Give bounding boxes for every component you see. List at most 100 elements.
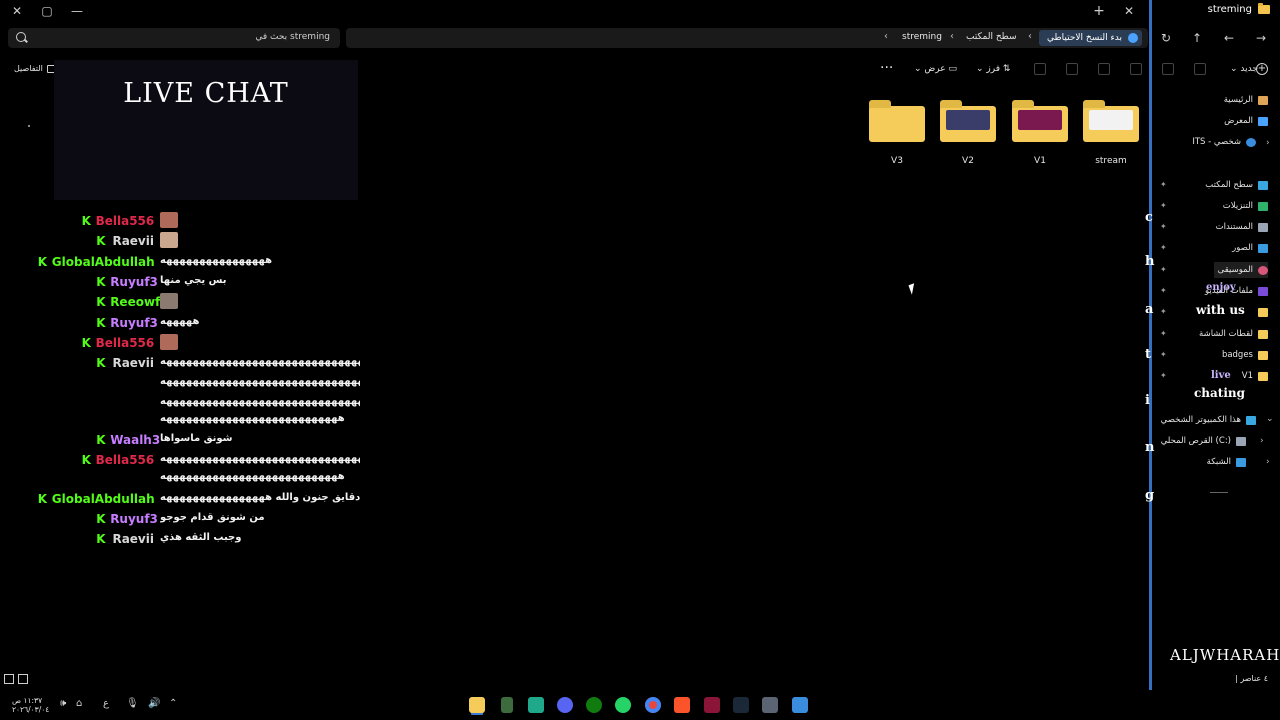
back-arrow-icon[interactable]: ← (1221, 30, 1237, 46)
pin-icon[interactable]: ✦ (1160, 286, 1167, 295)
nav-downloads[interactable]: التنزيلات (1223, 198, 1268, 214)
nav-pictures[interactable]: الصور (1232, 240, 1268, 256)
settings-icon[interactable] (762, 697, 778, 713)
pin-icon[interactable]: ✦ (1160, 201, 1167, 210)
folder-item[interactable]: V3 (867, 98, 927, 168)
pin-icon[interactable]: ✦ (1160, 265, 1167, 274)
breadcrumb[interactable]: ‹ streming ‹ سطح المكتب ‹ بدء النسخ الاح… (346, 28, 1148, 48)
discord-icon[interactable] (557, 697, 573, 713)
kick-badge-icon: K (81, 453, 91, 467)
pin-icon[interactable]: ✦ (1160, 371, 1167, 380)
network-tray-icon[interactable]: ⌂ (76, 698, 82, 709)
nav-onedrive[interactable]: ITS - شخصي (1192, 134, 1256, 150)
breadcrumb-current[interactable]: streming (902, 32, 942, 42)
nav-network[interactable]: الشبكة (1207, 454, 1246, 470)
maximize-window-icon[interactable]: ▢ (38, 2, 56, 20)
gallery-icon (1258, 116, 1268, 126)
kick-badge-icon: K (96, 275, 106, 289)
nav-music[interactable]: الموسيقى (1213, 262, 1268, 278)
chevron-left-icon[interactable]: ‹ (884, 31, 888, 42)
steam-icon[interactable] (733, 697, 749, 713)
copy-icon[interactable] (1162, 63, 1174, 75)
nav-screenshots[interactable]: لقطات الشاشة (1199, 326, 1268, 342)
refresh-icon[interactable]: ↻ (1158, 30, 1174, 46)
address-row: بحث في streming ‹ streming ‹ سطح المكتب … (0, 26, 1266, 50)
plus-circle-icon[interactable]: + (1256, 63, 1268, 75)
kick-badge-icon: K (37, 255, 48, 269)
details-button[interactable]: التفاصيل (14, 64, 56, 73)
close-window-icon[interactable]: ✕ (8, 2, 26, 20)
language-indicator[interactable]: ع (103, 698, 109, 709)
pin-icon[interactable]: ✦ (1160, 180, 1167, 189)
more-options-icon[interactable]: ··· (880, 60, 893, 76)
nav-gallery[interactable]: المعرض (1224, 113, 1268, 129)
nav-documents[interactable]: المستندات (1216, 219, 1268, 235)
view-button[interactable]: ⌄ عرض ▭ (914, 64, 957, 74)
title-bar: ✕ ▢ — + ✕ streming (0, 0, 1280, 22)
app-icon[interactable] (704, 697, 720, 713)
chat-username: Raevii (112, 532, 154, 546)
list-view-icon[interactable] (4, 674, 14, 684)
chat-message: K Reeowf (0, 293, 360, 311)
brave-icon[interactable] (674, 697, 690, 713)
chevron-up-icon[interactable]: ⌃ (169, 698, 177, 709)
windows-start-icon[interactable] (792, 697, 808, 713)
grid-view-icon[interactable] (18, 674, 28, 684)
chevron-right-icon[interactable]: › (1266, 457, 1270, 467)
paste-icon[interactable] (1130, 63, 1142, 75)
nav-desktop[interactable]: سطح المكتب (1205, 177, 1268, 193)
speaker-icon[interactable]: 🔊 (148, 698, 160, 709)
app-icon[interactable] (501, 697, 513, 713)
folder-item[interactable]: V2 (938, 98, 998, 168)
minimize-window-icon[interactable]: — (68, 2, 86, 20)
rename-icon[interactable] (1098, 63, 1110, 75)
nav-this-pc[interactable]: هذا الكمبيوتر الشخصي (1161, 412, 1256, 428)
pin-icon[interactable]: ✦ (1160, 222, 1167, 231)
pin-icon[interactable]: ✦ (1160, 243, 1167, 252)
volume-icon[interactable]: 🕪 (60, 698, 66, 709)
folder-name: V2 (962, 156, 974, 166)
pin-icon[interactable]: ✦ (1160, 329, 1167, 338)
clock[interactable]: ١١:٣٧ ص ٢٠٢٦/٠٣/٠٤ (12, 696, 49, 714)
app-icon[interactable] (528, 697, 544, 713)
nav-folder[interactable] (1258, 304, 1268, 320)
tab-streming[interactable]: streming (1208, 3, 1270, 15)
backup-button[interactable]: بدء النسخ الاحتياطي (1038, 30, 1142, 46)
nav-home[interactable]: الرئيسية (1224, 92, 1268, 108)
nav-local-disk[interactable]: القرص المحلي (C:) (1161, 433, 1246, 449)
chevron-down-icon[interactable]: ⌄ (1266, 414, 1274, 424)
new-tab-icon[interactable]: + (1090, 2, 1108, 20)
cut-icon[interactable] (1194, 63, 1206, 75)
folder-item[interactable]: V1 (1010, 98, 1070, 168)
pin-icon[interactable]: ✦ (1160, 350, 1167, 359)
view-mode-toggle[interactable] (4, 674, 28, 684)
chat-message: K Ruyuf3 بس يجي منها (0, 273, 360, 291)
chat-username: Raevii (112, 356, 154, 370)
share-icon[interactable] (1066, 63, 1078, 75)
folder-thumbnail (946, 110, 990, 130)
nav-badges[interactable]: badges (1222, 347, 1268, 363)
pin-icon[interactable]: ✦ (1160, 307, 1167, 316)
file-explorer-icon[interactable] (469, 697, 485, 713)
sort-button[interactable]: ⌄ فرز ⇅ (976, 64, 1010, 74)
microphone-icon[interactable]: 🎙 (126, 698, 139, 709)
up-arrow-icon[interactable]: ↑ (1189, 30, 1205, 46)
nav-v1[interactable]: V1 (1242, 368, 1268, 384)
pictures-icon (1258, 243, 1268, 253)
chevron-right-icon[interactable]: › (1266, 138, 1270, 148)
forward-arrow-icon[interactable]: → (1253, 30, 1269, 46)
folder-item[interactable]: stream (1081, 98, 1141, 168)
chrome-icon[interactable] (645, 697, 661, 713)
xbox-icon[interactable] (586, 697, 602, 713)
backup-label: بدء النسخ الاحتياطي (1046, 33, 1122, 43)
chat-message: هههههههههههههههههههههههههههه (0, 469, 360, 487)
breadcrumb-desktop[interactable]: سطح المكتب (966, 32, 1017, 42)
search-input[interactable]: بحث في streming (8, 28, 340, 48)
new-button[interactable]: ⌄ جديد (1230, 64, 1258, 74)
delete-icon[interactable] (1034, 63, 1046, 75)
vertical-letter: t (1145, 347, 1152, 362)
close-tab-icon[interactable]: ✕ (1120, 2, 1138, 20)
whatsapp-icon[interactable] (615, 697, 631, 713)
chevron-right-icon[interactable]: › (1260, 436, 1264, 446)
desktop-icon (1258, 180, 1268, 190)
